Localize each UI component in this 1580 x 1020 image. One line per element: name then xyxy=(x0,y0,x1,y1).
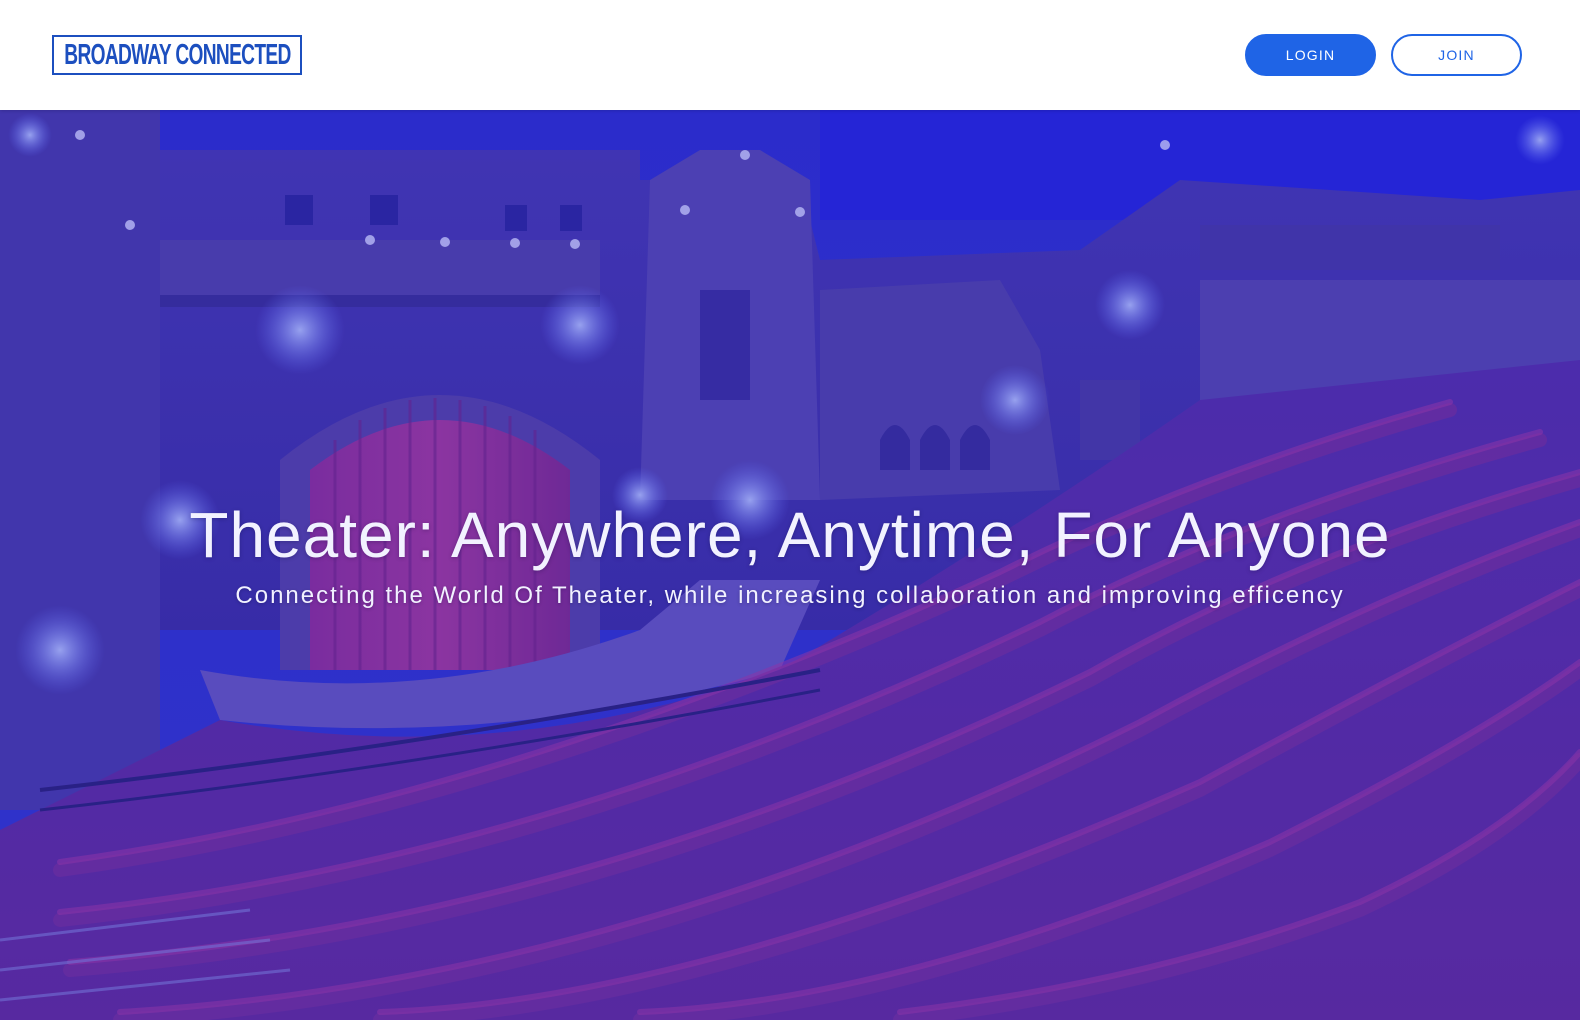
brand-logo[interactable]: BROADWAY CONNECTED xyxy=(52,35,302,75)
login-button[interactable]: LOGIN xyxy=(1245,34,1376,76)
hero-section: Theater: Anywhere, Anytime, For Anyone C… xyxy=(0,110,1580,1020)
join-button[interactable]: JOIN xyxy=(1391,34,1522,76)
top-nav-bar: BROADWAY CONNECTED LOGIN JOIN xyxy=(0,0,1580,110)
brand-logo-text: BROADWAY CONNECTED xyxy=(63,38,291,71)
hero-title: Theater: Anywhere, Anytime, For Anyone xyxy=(189,499,1391,571)
landing-page: BROADWAY CONNECTED LOGIN JOIN Theater: A… xyxy=(0,0,1580,1020)
hero-subtitle: Connecting the World Of Theater, while i… xyxy=(235,582,1345,609)
